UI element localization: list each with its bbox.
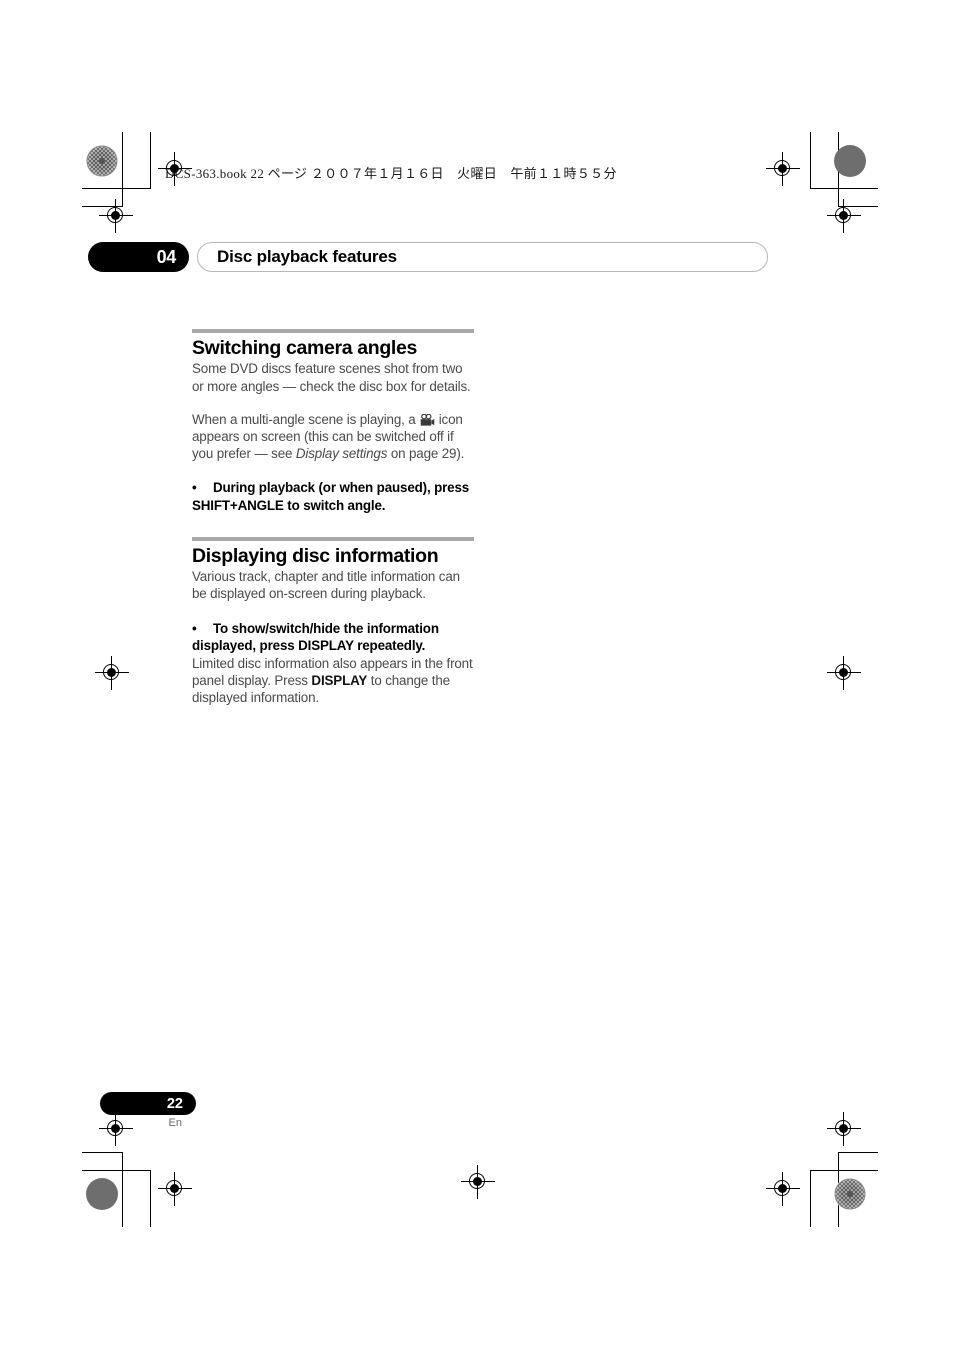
crop-mark-bottom-left-vertical-2 (150, 1170, 151, 1227)
language-code-label: En (168, 1117, 182, 1129)
chapter-title-label: Disc playback features (217, 247, 397, 266)
registration-target-bottom-left-inner (158, 1172, 192, 1206)
section-divider-rule (192, 536, 474, 541)
halftone-star-target-top-left (86, 145, 118, 177)
section-paragraph: Various track, chapter and title informa… (192, 569, 460, 602)
crop-mark-top-left-vertical-2 (122, 132, 123, 207)
crop-mark-bottom-right-vertical-2 (810, 1170, 811, 1227)
section-switching-camera-angles: Switching camera angles Some DVD discs f… (192, 329, 474, 514)
display-key-label: DISPLAY (311, 673, 368, 689)
section-divider-rule (192, 329, 474, 333)
crop-mark-bottom-left-horizontal (82, 1152, 122, 1153)
registration-target-left-upper (99, 199, 133, 233)
document-page: DCS-363.book 22 ページ ２００７年１月１６日 火曜日 午前１１時… (0, 0, 954, 1350)
section-heading: Displaying disc information (192, 544, 439, 567)
paragraph-text-before-icon: When a multi-angle scene is playing, a (192, 411, 420, 427)
section-heading: Switching camera angles (192, 337, 417, 359)
registration-target-left-middle (95, 656, 129, 690)
registration-target-top-right-inner (766, 152, 800, 186)
cross-reference-display-settings: Display settings (295, 446, 388, 462)
instruction-bullet: • To show/switch/hide the information dis… (192, 620, 474, 654)
chapter-title-pill: Disc playback features (197, 242, 768, 272)
page-footer: 22 En (100, 1092, 196, 1129)
crop-mark-top-left-horizontal (82, 188, 150, 189)
content-column: Switching camera angles Some DVD discs f… (192, 329, 474, 707)
halftone-star-target-bottom-right (834, 1178, 866, 1210)
crop-mark-top-left-vertical (150, 132, 151, 189)
bullet-text: During playback (or when paused), press … (192, 480, 470, 513)
crop-mark-top-right-horizontal (810, 188, 878, 189)
crop-mark-bottom-right-horizontal-2 (810, 1170, 878, 1171)
camera-angle-icon (420, 413, 435, 427)
chapter-banner: 04 Disc playback features (88, 242, 768, 272)
chapter-number-badge: 04 (88, 242, 189, 272)
page-number-badge: 22 (100, 1092, 196, 1115)
crop-mark-bottom-left-vertical (122, 1152, 123, 1227)
registration-target-bottom-center (461, 1165, 495, 1199)
registration-target-right-lower (827, 1112, 861, 1146)
registration-target-right-upper (827, 199, 861, 233)
paragraph-text-tail: on page 29). (387, 446, 465, 462)
bullet-marker: • (192, 480, 197, 496)
section-paragraph-with-key: Limited disc information also appears in… (192, 655, 474, 707)
print-file-header: DCS-363.book 22 ページ ２００７年１月１６日 火曜日 午前１１時… (165, 166, 617, 181)
crop-mark-bottom-right-horizontal (838, 1152, 878, 1153)
registration-target-right-middle (827, 656, 861, 690)
section-paragraph: Some DVD discs feature scenes shot from … (192, 361, 471, 394)
crop-mark-top-right-vertical (810, 132, 811, 189)
solid-dot-target-bottom-left (86, 1178, 118, 1210)
bullet-marker: • (192, 620, 197, 636)
crop-mark-bottom-left-horizontal-2 (82, 1170, 150, 1171)
bullet-text: To show/switch/hide the information disp… (192, 620, 439, 653)
section-displaying-disc-information: Displaying disc information Various trac… (192, 536, 474, 707)
registration-target-bottom-right-inner (766, 1172, 800, 1206)
solid-dot-target-top-right (834, 145, 866, 177)
instruction-bullet: • During playback (or when paused), press… (192, 479, 474, 513)
section-paragraph-with-icon: When a multi-angle scene is playing, a i… (192, 411, 474, 463)
